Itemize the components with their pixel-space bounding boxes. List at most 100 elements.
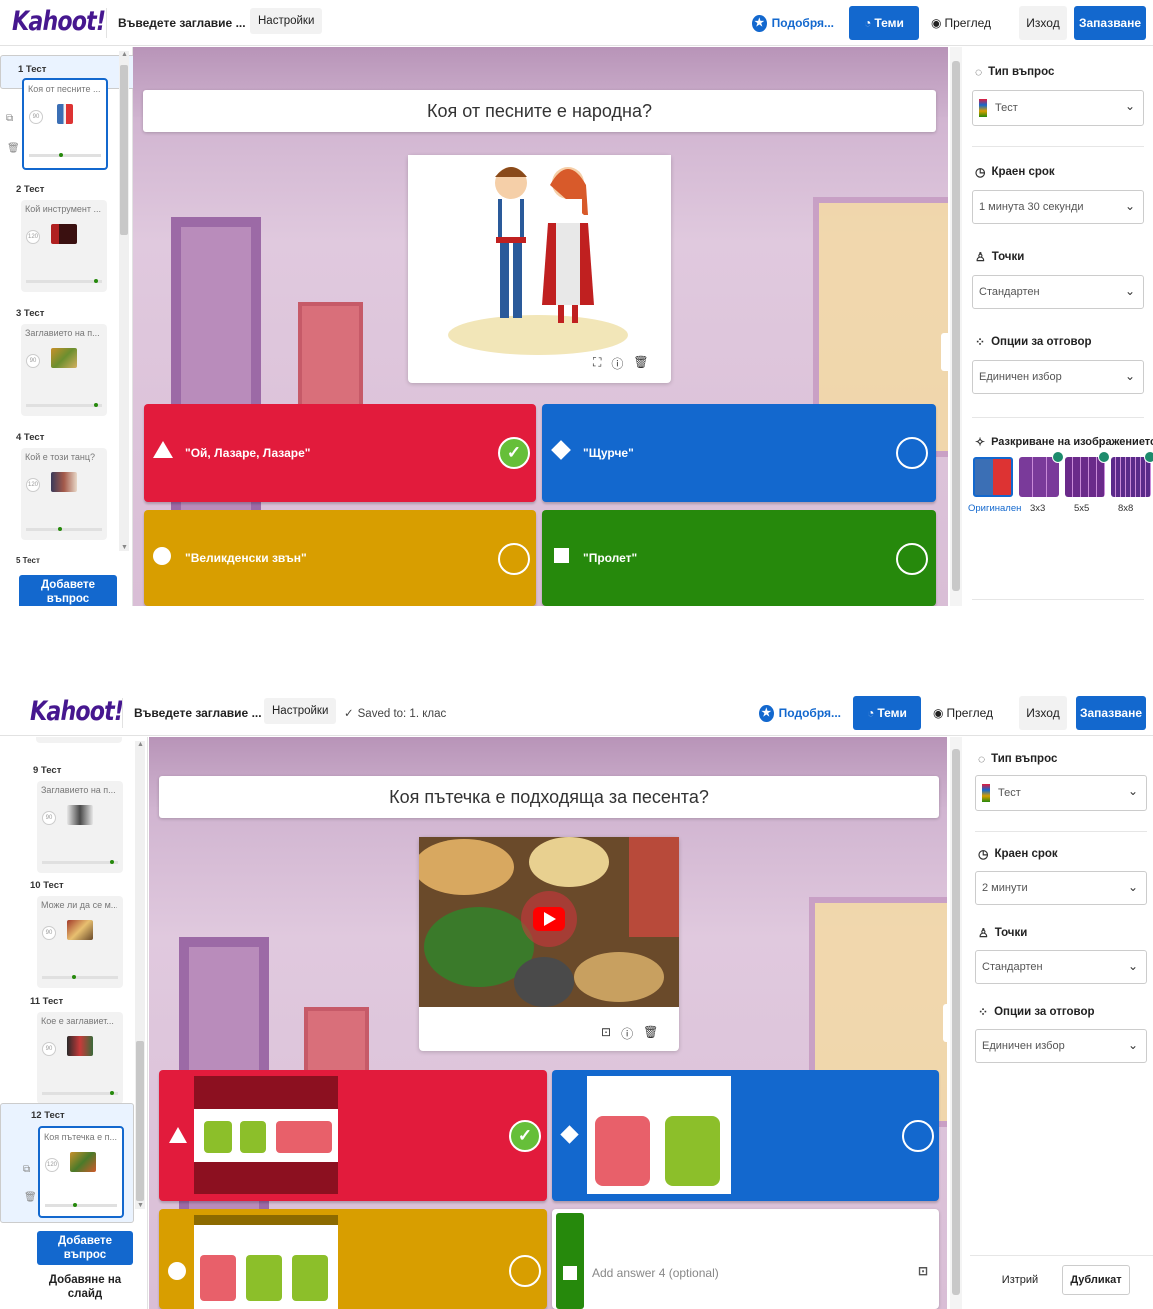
slide-thumbnail[interactable]: Кой е този танц? 120 [21, 448, 107, 540]
settings-button[interactable]: Настройки [264, 698, 337, 724]
answer-text[interactable]: "Великденски звън" [185, 551, 307, 565]
kahoot-logo[interactable]: Kahoot! [12, 6, 126, 37]
kahoot-logo[interactable]: Kahoot! [30, 696, 144, 727]
answer-4[interactable]: "Пролет" [542, 510, 936, 606]
preview-button[interactable]: ◉ Преглед [930, 696, 996, 730]
answer-image [587, 1076, 731, 1194]
chevron-right-icon[interactable]: › [941, 333, 948, 371]
slide-thumbnail[interactable]: Може ли да се м... 90 [37, 896, 123, 988]
reveal-3x3[interactable] [1019, 451, 1064, 497]
canvas-scrollbar[interactable] [950, 47, 962, 606]
exit-button[interactable]: Изход [1019, 696, 1067, 730]
points-select[interactable]: Стандартен ⌄ [975, 950, 1147, 984]
sidebar-scrollbar[interactable]: ▲ ▼ [119, 51, 129, 551]
slide-thumbnail[interactable]: Кое е заглавиет... 90 [37, 1012, 123, 1104]
thumbnail-image [51, 472, 77, 492]
info-icon[interactable]: ⓘ [621, 1025, 633, 1042]
replace-media-icon[interactable]: ⊡ [601, 1025, 611, 1042]
triangle-icon [153, 441, 173, 458]
slide-thumbnail[interactable]: Заглавието на п... 90 [21, 324, 107, 416]
premium-icon [1098, 451, 1110, 463]
correct-toggle[interactable] [902, 1120, 934, 1152]
trash-icon[interactable]: 🗑 [7, 143, 20, 154]
checkmark-icon[interactable]: ✓ [498, 437, 530, 469]
slide-item[interactable]: 9 Тест Заглавието на п... 90 [0, 759, 134, 877]
award-icon: ♙ [978, 926, 989, 940]
settings-button[interactable]: Настройки [250, 8, 323, 34]
trash-icon[interactable]: 🗑 [24, 1192, 37, 1203]
slide-item[interactable]: 10 Тест Може ли да се м... 90 [0, 874, 134, 992]
title-input[interactable]: Въведете заглавие ... [134, 706, 262, 720]
answer-2[interactable] [552, 1070, 939, 1201]
slide-thumbnail[interactable]: Заглавието на п... 90 [37, 781, 123, 873]
preview-button[interactable]: ◉ Преглед [928, 6, 994, 40]
media-toolbar: ⊡ ⓘ 🗑 [601, 1025, 658, 1042]
chevron-right-icon[interactable]: › [943, 1004, 947, 1042]
time-limit-select[interactable]: 1 минута 30 секунди ⌄ [972, 190, 1144, 224]
reveal-original[interactable] [973, 457, 1013, 497]
add-question-button[interactable]: Добавете въпрос [37, 1231, 133, 1265]
save-button[interactable]: Запазване [1074, 6, 1146, 40]
sidebar-scrollbar[interactable]: ▲ ▼ [135, 741, 145, 1209]
circle-icon [153, 547, 171, 565]
answer-options-select[interactable]: Единичен избор ⌄ [975, 1029, 1147, 1063]
slide-thumbnail[interactable]: Коя от песните ... 90 [22, 78, 108, 170]
correct-toggle[interactable] [896, 437, 928, 469]
duplicate-icon[interactable]: ⧉ [23, 1164, 30, 1175]
trash-icon[interactable]: 🗑 [643, 1025, 658, 1042]
duplicate-button[interactable]: Дубликат [1062, 1265, 1130, 1295]
exit-button[interactable]: Изход [1019, 6, 1067, 40]
answer-3[interactable]: "Великденски звън" [144, 510, 536, 606]
slide-item[interactable]: 11 Тест Кое е заглавиет... 90 [0, 990, 134, 1108]
crop-icon[interactable]: ⛶ [593, 355, 601, 372]
answer-1[interactable]: "Ой, Лазаре, Лазаре" ✓ [144, 404, 536, 502]
checkmark-icon[interactable]: ✓ [509, 1120, 541, 1152]
trash-icon[interactable]: 🗑 [633, 355, 648, 372]
slide-item[interactable]: 2 Тест Кой инструмент ... 120 [0, 178, 118, 296]
add-slide-button[interactable]: Добавяне на слайд [37, 1273, 133, 1307]
themes-button[interactable]: ◔ Теми [853, 696, 921, 730]
title-input[interactable]: Въведете заглавие ... [118, 16, 246, 30]
reveal-5x5[interactable] [1065, 451, 1110, 497]
correct-toggle[interactable] [498, 543, 530, 575]
slide-item[interactable]: 5 Тест [0, 550, 118, 570]
image-upload-icon[interactable]: ⊡ [918, 1264, 928, 1278]
delete-button[interactable]: Изтрий [992, 1265, 1048, 1295]
slide-thumbnail[interactable]: Кой инструмент ... 120 [21, 200, 107, 292]
answer-4[interactable]: Add answer 4 (optional) ⊡ [552, 1209, 939, 1309]
reveal-8x8[interactable] [1111, 451, 1153, 497]
info-icon[interactable]: ⓘ [611, 355, 623, 372]
question-type-select[interactable]: Тест ⌄ [972, 90, 1144, 126]
duplicate-icon[interactable]: ⧉ [6, 113, 13, 124]
correct-toggle[interactable] [896, 543, 928, 575]
answer-1[interactable]: ✓ [159, 1070, 547, 1201]
slide-item[interactable]: 4 Тест Кой е този танц? 120 [0, 426, 118, 544]
upgrade-button[interactable]: ★ Подобря... [752, 6, 834, 40]
media-container[interactable]: ⛶ ⓘ 🗑 [408, 155, 671, 383]
themes-button[interactable]: ◔ Теми [849, 6, 919, 40]
question-type-select[interactable]: Тест ⌄ [975, 775, 1147, 811]
question-input[interactable]: Коя пътечка е подходяща за песента? [159, 776, 939, 818]
time-limit-select[interactable]: 2 минути ⌄ [975, 871, 1147, 905]
answer-2[interactable]: "Щурче" [542, 404, 936, 502]
answer-3[interactable] [159, 1209, 547, 1309]
answer-4-input[interactable]: Add answer 4 (optional) [592, 1266, 719, 1280]
slide-thumbnail[interactable]: Коя пътечка е п... 120 [38, 1126, 124, 1218]
correct-toggle[interactable] [509, 1255, 541, 1287]
answer-text[interactable]: "Щурче" [583, 446, 634, 460]
chevron-down-icon: ⌄ [1124, 199, 1135, 213]
add-question-button[interactable]: Добавете въпрос [19, 575, 117, 606]
slide-item[interactable]: 12 Тест Коя пътечка е п... 120 ⧉ 🗑 [0, 1103, 134, 1223]
answer-options-select[interactable]: Единичен избор ⌄ [972, 360, 1144, 394]
answer-text[interactable]: "Пролет" [583, 551, 637, 565]
media-container[interactable]: ⊡ ⓘ 🗑 [414, 837, 679, 1051]
upgrade-button[interactable]: ★ Подобря... [759, 696, 841, 730]
answer-text[interactable]: "Ой, Лазаре, Лазаре" [185, 446, 310, 460]
canvas-scrollbar[interactable] [950, 737, 962, 1309]
question-input[interactable]: Коя от песните е народна? [143, 90, 936, 132]
question-type-icon: ◌ [975, 65, 983, 79]
slide-item[interactable]: 3 Тест Заглавието на п... 90 [0, 302, 118, 420]
save-button[interactable]: Запазване [1076, 696, 1146, 730]
thumbnail-image [67, 805, 93, 825]
points-select[interactable]: Стандартен ⌄ [972, 275, 1144, 309]
